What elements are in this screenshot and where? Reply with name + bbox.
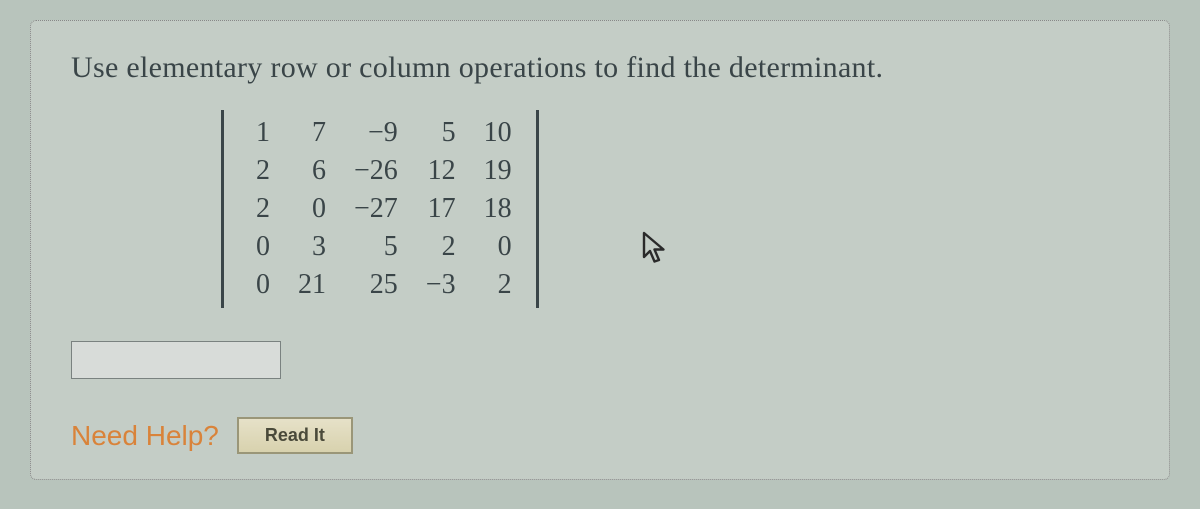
matrix-cell: 3 [284,228,340,266]
matrix-cell: 2 [234,152,284,190]
read-it-button[interactable]: Read It [237,417,353,454]
matrix-cell: 0 [234,228,284,266]
matrix-cell: 19 [470,152,526,190]
matrix-cell: 2 [234,190,284,228]
question-container: Use elementary row or column operations … [30,20,1170,480]
need-help-label: Need Help? [71,420,219,452]
cursor-icon [641,230,671,271]
question-prompt: Use elementary row or column operations … [71,51,1129,85]
matrix-row: 1 7 −9 5 10 [234,114,526,152]
matrix-cell: 0 [470,228,526,266]
matrix-cell: 12 [412,152,470,190]
matrix-cell: 2 [412,228,470,266]
matrix-cell: 2 [470,266,526,304]
matrix-cell: 5 [412,114,470,152]
matrix-wrap: 1 7 −9 5 10 2 6 −26 12 19 2 0 −27 [221,110,539,313]
matrix-cell: 18 [470,190,526,228]
matrix-cell: 1 [234,114,284,152]
help-row: Need Help? Read It [71,417,1129,454]
matrix-cell: 6 [284,152,340,190]
matrix-row: 0 3 5 2 0 [234,228,526,266]
matrix-cell: −9 [340,114,412,152]
matrix-row: 2 6 −26 12 19 [234,152,526,190]
matrix-cell: 21 [284,266,340,304]
answer-input[interactable] [71,341,281,379]
matrix-cell: 0 [234,266,284,304]
matrix-row: 0 21 25 −3 2 [234,266,526,304]
matrix-cell: 0 [284,190,340,228]
matrix-table: 1 7 −9 5 10 2 6 −26 12 19 2 0 −27 [234,114,526,304]
matrix-cell: 5 [340,228,412,266]
matrix-cell: −3 [412,266,470,304]
matrix-cell: −26 [340,152,412,190]
matrix-cell: 7 [284,114,340,152]
matrix-cell: −27 [340,190,412,228]
matrix-row: 2 0 −27 17 18 [234,190,526,228]
matrix-cell: 10 [470,114,526,152]
determinant-matrix: 1 7 −9 5 10 2 6 −26 12 19 2 0 −27 [221,110,539,308]
matrix-cell: 25 [340,266,412,304]
matrix-cell: 17 [412,190,470,228]
